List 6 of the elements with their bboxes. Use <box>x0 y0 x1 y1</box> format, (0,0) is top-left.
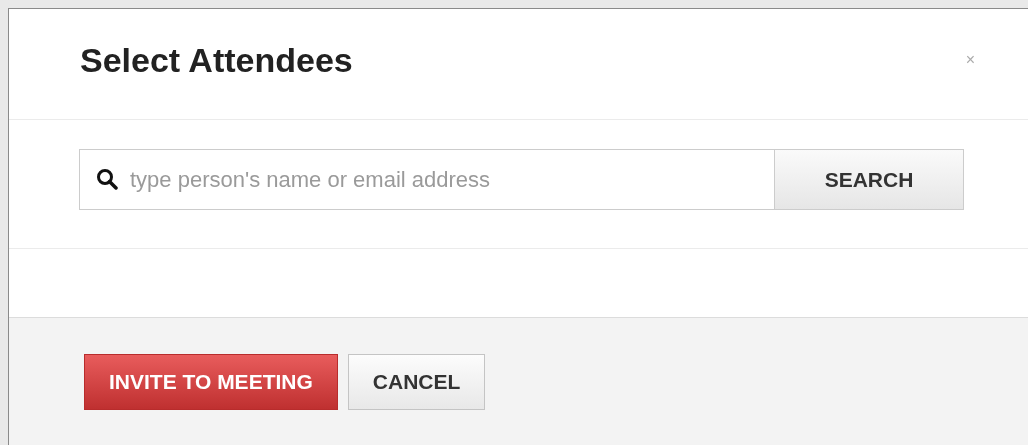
cancel-button[interactable]: CANCEL <box>347 354 486 410</box>
search-field[interactable]: type person's name or email address <box>79 149 775 210</box>
invite-button[interactable]: INVITE TO MEETING <box>84 354 338 410</box>
search-button[interactable]: SEARCH <box>775 149 964 210</box>
dialog-title: Select Attendees <box>80 40 353 80</box>
search-icon <box>96 168 118 190</box>
